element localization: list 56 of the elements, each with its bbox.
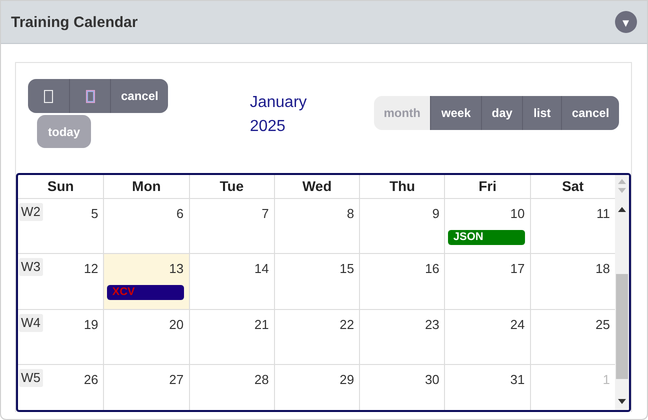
day-header: Fri	[444, 175, 530, 198]
day-number: 29	[340, 372, 354, 388]
month-title: January	[250, 93, 308, 113]
day-number: 5	[91, 206, 98, 222]
view-tab[interactable]: list	[522, 96, 561, 130]
day-number: 24	[510, 316, 525, 333]
day-number: 7	[262, 206, 269, 222]
day-number: 21	[254, 316, 269, 333]
day-number: 8	[346, 206, 354, 222]
week-number: W4	[19, 314, 42, 332]
day-number: 27	[169, 372, 184, 388]
year-title: 2025	[250, 117, 286, 137]
day-number: 31	[510, 372, 525, 388]
scroll-up-icon[interactable]	[618, 207, 626, 212]
day-number: 30	[424, 372, 440, 388]
day-header: Tue	[188, 175, 274, 198]
cancel-button[interactable]: cancel	[110, 79, 168, 113]
scroll-down-icon[interactable]	[618, 399, 626, 404]
square-icon	[44, 90, 53, 102]
day-number: 9	[432, 206, 440, 222]
day-number: 11	[596, 206, 610, 222]
day-number: 10	[510, 206, 525, 222]
week-number: W5	[19, 369, 42, 388]
day-number: 25	[596, 316, 610, 333]
day-number: 23	[424, 316, 440, 333]
day-header: Wed	[274, 175, 360, 198]
day-number: 14	[254, 261, 269, 278]
day-number: 19	[84, 316, 98, 333]
previous-button[interactable]	[28, 79, 69, 113]
collapse-button[interactable]: ▾	[615, 11, 637, 33]
day-header: Thu	[359, 175, 444, 198]
day-number: 12	[84, 261, 98, 278]
view-tab[interactable]: week	[430, 96, 481, 130]
day-number: 20	[169, 316, 184, 333]
week-number: W2	[19, 202, 42, 221]
day-number: 15	[340, 261, 354, 278]
day-header: Sun	[46, 177, 75, 196]
scrollbar[interactable]	[615, 175, 629, 410]
day-number: 13	[169, 261, 184, 278]
day-number: 28	[254, 372, 269, 388]
day-header: Mon	[103, 175, 189, 198]
view-tab[interactable]: cancel	[560, 96, 619, 130]
square-icon	[86, 90, 94, 102]
view-tab[interactable]: day	[480, 96, 522, 130]
day-number: 6	[176, 206, 184, 222]
day-number: 22	[340, 316, 354, 333]
panel-title: Training Calendar	[11, 14, 138, 30]
day-number: 17	[510, 261, 525, 278]
day-number: 26	[84, 372, 98, 388]
next-button[interactable]	[69, 79, 110, 113]
day-number: 18	[596, 261, 610, 278]
calendar-event[interactable]: JSON	[448, 230, 525, 245]
week-number: W3	[19, 258, 42, 276]
calendar-event[interactable]: XCV	[107, 285, 184, 300]
day-number: 16	[424, 261, 440, 278]
day-number: 1	[602, 372, 610, 388]
